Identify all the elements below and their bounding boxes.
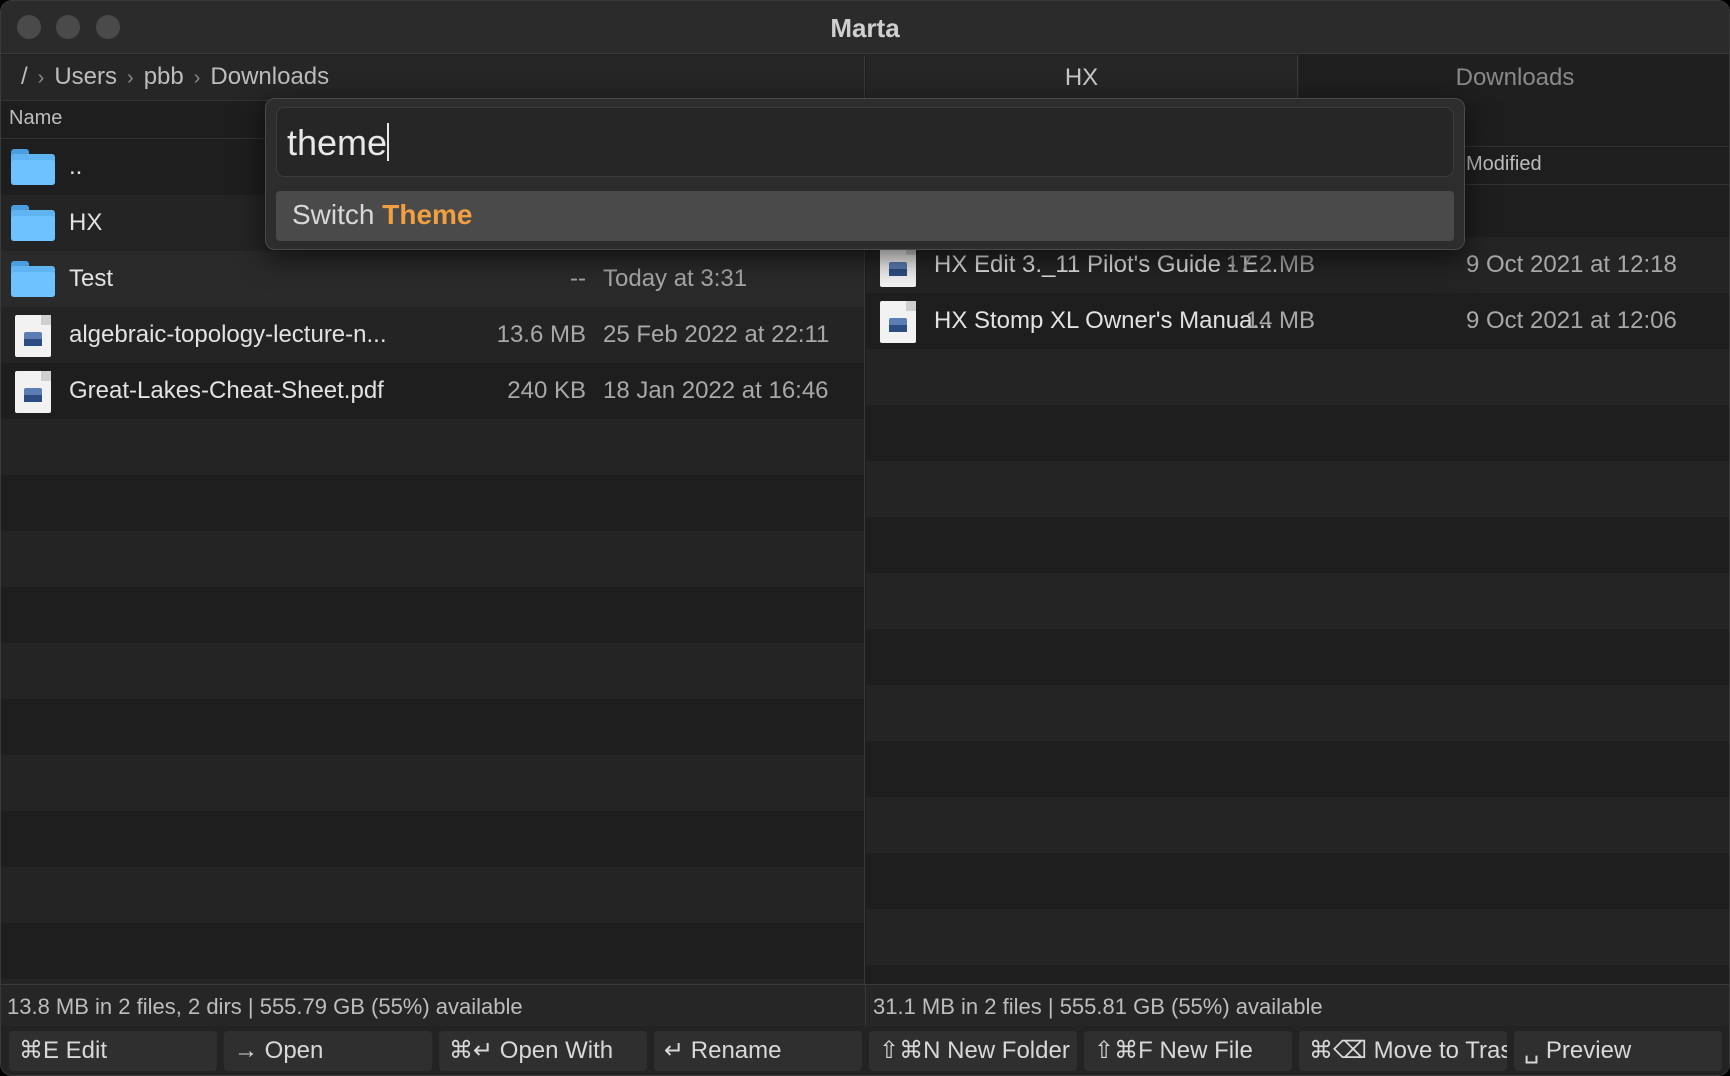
breadcrumb-downloads[interactable]: Downloads xyxy=(210,63,329,90)
right-status-text: 31.1 MB in 2 files | 555.81 GB (55%) ava… xyxy=(873,994,1323,1019)
file-name: Great-Lakes-Cheat-Sheet.pdf xyxy=(69,377,384,404)
breadcrumb-root[interactable]: / xyxy=(21,63,28,90)
left-status-text: 13.8 MB in 2 files, 2 dirs | 555.79 GB (… xyxy=(7,994,523,1019)
breadcrumb-pbb[interactable]: pbb xyxy=(144,63,184,90)
folder-icon xyxy=(11,261,55,297)
open-with-button[interactable]: ⌘↵ Open With xyxy=(439,1031,647,1071)
empty-row xyxy=(1,699,864,755)
empty-row xyxy=(1,531,864,587)
file-date: 25 Feb 2022 at 22:11 xyxy=(603,321,830,348)
open-button[interactable]: → Open xyxy=(224,1031,432,1071)
file-size: -- xyxy=(570,265,586,292)
result-prefix: Switch xyxy=(292,199,383,230)
new-folder-button[interactable]: ⇧⌘N New Folder xyxy=(869,1031,1077,1071)
empty-row xyxy=(866,741,1729,797)
command-result-switch-theme[interactable]: Switch Theme xyxy=(276,191,1454,241)
text-caret xyxy=(387,123,390,161)
left-file-list: .. HX Test -- Today at 3:31 algebraic-to… xyxy=(1,139,864,985)
tab-hx[interactable]: HX xyxy=(866,55,1298,101)
empty-row xyxy=(1,643,864,699)
marta-window: Marta / › Users › pbb › Downloads Name .. HX T… xyxy=(0,0,1730,1076)
title-bar: Marta xyxy=(1,1,1729,54)
right-pane-tabs: HX Downloads xyxy=(866,55,1729,101)
file-date: Today at 3:31 xyxy=(603,265,748,292)
folder-icon xyxy=(11,205,55,241)
breadcrumb: / › Users › pbb › Downloads xyxy=(21,63,329,91)
list-item[interactable]: Test -- Today at 3:31 xyxy=(1,251,864,307)
file-date: 9 Oct 2021 at 12:18 xyxy=(1466,251,1677,278)
pdf-file-icon xyxy=(880,245,916,287)
breadcrumb-users[interactable]: Users xyxy=(54,63,117,90)
file-name: algebraic-topology-lecture-n... xyxy=(69,321,387,348)
file-name: HX xyxy=(69,209,103,236)
search-query: theme xyxy=(287,122,388,163)
empty-row xyxy=(1,475,864,531)
rename-button[interactable]: ↵ Rename xyxy=(654,1031,862,1071)
pdf-file-icon xyxy=(15,315,51,357)
empty-row xyxy=(866,405,1729,461)
file-date: 9 Oct 2021 at 12:06 xyxy=(1466,307,1677,334)
new-file-button[interactable]: ⇧⌘F New File xyxy=(1084,1031,1292,1071)
pdf-file-icon xyxy=(15,371,51,413)
empty-row xyxy=(1,923,864,979)
file-size: 14 MB xyxy=(1245,307,1315,334)
status-bar: 13.8 MB in 2 files, 2 dirs | 555.79 GB (… xyxy=(1,984,1729,1027)
empty-row xyxy=(866,853,1729,909)
empty-row xyxy=(866,965,1729,985)
chevron-right-icon: › xyxy=(127,67,134,89)
window-title: Marta xyxy=(830,13,900,43)
file-size: 13.6 MB xyxy=(496,321,586,348)
result-highlight: Theme xyxy=(382,199,473,230)
empty-row xyxy=(866,461,1729,517)
empty-row xyxy=(866,573,1729,629)
empty-row xyxy=(866,909,1729,965)
empty-row xyxy=(1,755,864,811)
file-size: 240 KB xyxy=(507,377,586,404)
file-name: Test xyxy=(69,265,114,292)
list-item[interactable]: algebraic-topology-lecture-n... 13.6 MB … xyxy=(1,307,864,363)
file-name: HX Stomp XL Owner's Manua... xyxy=(934,307,1273,334)
chevron-right-icon: › xyxy=(193,67,201,89)
pdf-file-icon xyxy=(880,301,916,343)
empty-row xyxy=(866,797,1729,853)
empty-row xyxy=(1,419,864,475)
empty-row xyxy=(866,629,1729,685)
list-item[interactable]: HX Stomp XL Owner's Manua... 14 MB 9 Oct… xyxy=(866,293,1729,349)
preview-button[interactable]: ␣ Preview xyxy=(1514,1031,1722,1071)
action-bar: ⌘E Edit → Open ⌘↵ Open With ↵ Rename ⇧⌘N… xyxy=(1,1026,1729,1075)
edit-button[interactable]: ⌘E Edit xyxy=(9,1031,217,1071)
empty-row xyxy=(866,517,1729,573)
empty-row xyxy=(1,811,864,867)
empty-row xyxy=(866,349,1729,405)
empty-row xyxy=(1,867,864,923)
empty-row xyxy=(866,685,1729,741)
tab-downloads[interactable]: Downloads xyxy=(1299,55,1729,101)
file-size: 17.2 MB xyxy=(1225,251,1315,278)
file-date: 18 Jan 2022 at 16:46 xyxy=(603,377,829,404)
column-name-label: Name xyxy=(9,107,63,129)
command-search-input[interactable]: theme xyxy=(276,107,1454,177)
move-to-trash-button[interactable]: ⌘⌫ Move to Trash xyxy=(1299,1031,1507,1071)
chevron-right-icon: › xyxy=(37,67,45,89)
status-divider xyxy=(865,985,866,1027)
list-item[interactable]: Great-Lakes-Cheat-Sheet.pdf 240 KB 18 Ja… xyxy=(1,363,864,419)
right-file-list: HX Edit 3._11 Pilot's Guide - E... 17.2 … xyxy=(866,185,1729,985)
empty-row xyxy=(1,587,864,643)
folder-icon xyxy=(11,149,55,185)
left-pane-header: / › Users › pbb › Downloads xyxy=(1,55,864,101)
column-modified-label: Modified xyxy=(1466,153,1542,175)
command-palette: theme Switch Theme xyxy=(265,98,1465,250)
file-name: .. xyxy=(69,153,83,180)
